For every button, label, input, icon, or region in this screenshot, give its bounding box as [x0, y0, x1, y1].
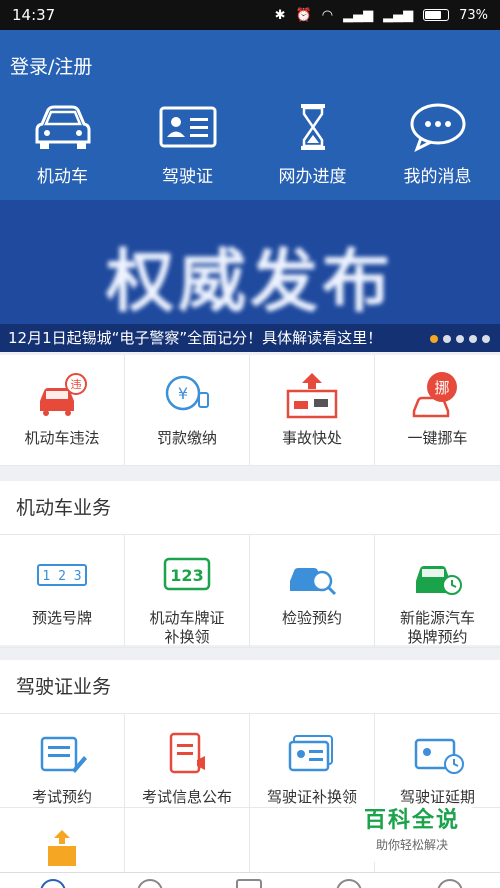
service-label: 驾驶证延期 [399, 788, 475, 806]
watermark-subtitle: 助你轻松解决 [375, 838, 448, 852]
wifi-icon: ◠ [321, 7, 334, 23]
quick-progress-label: 网办进度 [278, 167, 347, 187]
status-time: 14:37 [12, 6, 56, 24]
service-label: 考试信息公布 [141, 788, 232, 806]
service-label-2: 换牌预约 [407, 628, 468, 646]
license-card-icon [159, 106, 216, 148]
bottom-nav [0, 872, 500, 888]
watermark-title: 百科全说 [363, 808, 460, 833]
header: 登录/注册 机动车 驾驶证 网办进度 我的消息 [0, 30, 500, 200]
service-plate-select[interactable]: 1 2 3 预选号牌 [0, 535, 125, 648]
plate-replace-icon: 123 [163, 557, 211, 591]
service-label: 考试预约 [31, 788, 92, 806]
section-title: 驾驶证业务 [0, 660, 500, 714]
quick-vehicle-label: 机动车 [37, 167, 88, 187]
profile-tab-icon[interactable] [437, 879, 463, 888]
nav-tab-icon[interactable] [236, 879, 262, 888]
signal-icon: ▂▄▆ [343, 7, 374, 23]
carousel-dot[interactable] [469, 335, 477, 343]
car-violation-icon: 违 [40, 373, 87, 416]
license-replace-icon [288, 735, 333, 772]
signal-icon-2: ▂▄▆ [383, 7, 414, 23]
car-icon [35, 105, 90, 149]
exam-info-icon [169, 732, 205, 774]
banner-carousel[interactable]: 权威发布 12月1日起锡城“电子警察”全面记分！具体解读看这里！ [0, 200, 500, 352]
vehicle-business-grid: 1 2 3 预选号牌 123 机动车牌证 补换领 检验预约 新能源汽车 换牌预约 [0, 535, 500, 648]
carousel-dots [430, 335, 490, 343]
ev-plate-icon [415, 566, 462, 595]
service-more[interactable] [0, 808, 125, 873]
nav-tab-icon[interactable] [137, 879, 163, 888]
carousel-dot[interactable] [482, 335, 490, 343]
nav-tab-icon[interactable] [336, 879, 362, 888]
service-label: 检验预约 [281, 609, 342, 627]
service-label: 罚款缴纳 [156, 429, 217, 447]
service-vehicle-violation[interactable]: 违 机动车违法 [0, 355, 125, 466]
service-label: 预选号牌 [31, 609, 92, 627]
status-bar: 14:37 ✱ ⏰ ◠ ▂▄▆ ▂▄▆ 73% [0, 0, 500, 30]
service-label: 事故快处 [281, 429, 342, 447]
vehicle-business-section: 机动车业务 1 2 3 预选号牌 123 机动车牌证 补换领 检验预约 新能源汽… [0, 481, 500, 648]
move-badge-text: 挪 [434, 379, 449, 397]
status-icons: ✱ ⏰ ◠ ▂▄▆ ▂▄▆ 73% [275, 8, 488, 23]
service-label: 机动车牌证 [149, 609, 225, 627]
service-move-car[interactable]: 挪 一键挪车 [375, 355, 500, 466]
banner-caption[interactable]: 12月1日起锡城“电子警察”全面记分！具体解读看这里！ [0, 324, 500, 352]
service-accident[interactable]: 事故快处 [250, 355, 375, 466]
hourglass-icon [300, 104, 325, 150]
bluetooth-icon: ✱ [274, 7, 286, 23]
battery-icon [423, 9, 450, 21]
home-tab-icon[interactable] [40, 879, 66, 888]
empty-cell [125, 808, 250, 873]
fine-payment-icon: ¥ [165, 375, 209, 411]
service-inspection[interactable]: 检验预约 [250, 535, 375, 648]
service-label-2: 补换领 [164, 628, 210, 646]
service-exam-booking[interactable]: 考试预约 [0, 714, 125, 808]
exam-booking-icon [40, 736, 87, 773]
service-exam-info[interactable]: 考试信息公布 [125, 714, 250, 808]
service-license-extend[interactable]: 驾驶证延期 [375, 714, 500, 808]
banner-title: 权威发布 [105, 243, 394, 322]
quick-messages-label: 我的消息 [403, 167, 472, 187]
service-plate-replace[interactable]: 123 机动车牌证 补换领 [125, 535, 250, 648]
alarm-icon: ⏰ [295, 7, 312, 23]
upload-box-icon [48, 830, 76, 866]
inspection-icon [290, 568, 337, 596]
plate-select-icon: 1 2 3 [37, 564, 87, 586]
carousel-dot[interactable] [443, 335, 451, 343]
watermark: 百科全说 助你轻松解决 [352, 806, 472, 862]
chat-bubble-icon [410, 103, 465, 152]
login-register-link[interactable]: 登录/注册 [10, 52, 92, 79]
section-title: 机动车业务 [0, 481, 500, 535]
license-extend-icon [414, 738, 464, 774]
move-car-icon: 挪 [412, 372, 457, 418]
battery-percent: 73% [459, 7, 488, 23]
quick-actions: 机动车 驾驶证 网办进度 我的消息 [0, 102, 500, 187]
quick-vehicle[interactable]: 机动车 [0, 102, 125, 187]
quick-license[interactable]: 驾驶证 [125, 102, 250, 187]
service-ev-plate[interactable]: 新能源汽车 换牌预约 [375, 535, 500, 648]
quick-progress[interactable]: 网办进度 [250, 102, 375, 187]
carousel-dot[interactable] [456, 335, 464, 343]
carousel-dot[interactable] [430, 335, 438, 343]
service-label: 机动车违法 [24, 429, 100, 447]
service-license-replace[interactable]: 驾驶证补换领 [250, 714, 375, 808]
service-fine-payment[interactable]: ¥ 罚款缴纳 [125, 355, 250, 466]
service-label: 驾驶证补换领 [266, 788, 357, 806]
quick-license-label: 驾驶证 [162, 167, 213, 187]
quick-messages[interactable]: 我的消息 [375, 102, 500, 187]
plate-replace-text: 123 [170, 566, 203, 585]
service-label: 一键挪车 [407, 429, 468, 447]
plate-select-text: 1 2 3 [42, 569, 81, 584]
accident-icon [286, 373, 338, 419]
violation-badge-text: 违 [71, 378, 82, 391]
yuan-symbol: ¥ [178, 384, 188, 403]
top-services-grid: 违 机动车违法 ¥ 罚款缴纳 事故快处 挪 一键挪车 [0, 355, 500, 466]
service-label: 新能源汽车 [399, 609, 475, 627]
app-screen: 14:37 ✱ ⏰ ◠ ▂▄▆ ▂▄▆ 73% 登录/注册 机动车 驾驶证 网办… [0, 0, 500, 888]
